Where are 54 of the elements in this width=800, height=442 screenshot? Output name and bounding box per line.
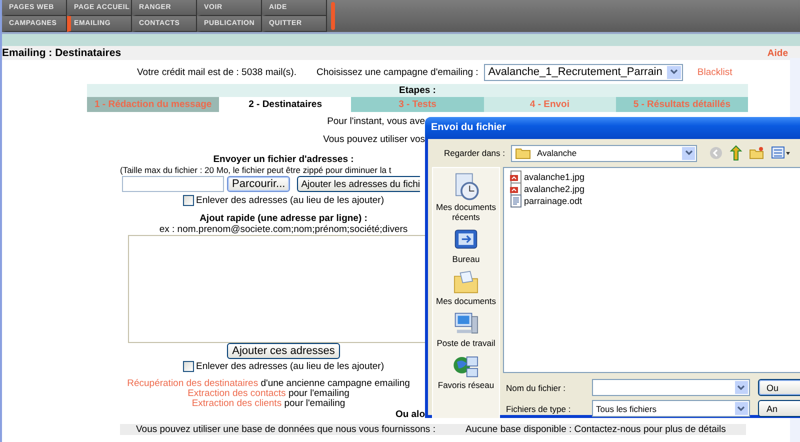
info-text: Pour l'instant, vous ave bbox=[326, 116, 425, 128]
place-shortcut[interactable]: Favoris réseau bbox=[438, 349, 494, 390]
place-shortcut[interactable]: Poste de travail bbox=[436, 307, 496, 348]
browse-button[interactable]: Parcourir... bbox=[227, 176, 290, 192]
file-name-field[interactable] bbox=[592, 379, 750, 396]
image-file-icon bbox=[509, 170, 523, 184]
file-item[interactable]: parrainage.odt bbox=[509, 195, 800, 207]
file-type-select[interactable]: Tous les fichiers bbox=[592, 400, 750, 417]
checkbox[interactable] bbox=[183, 194, 194, 206]
campaign-label: Choisissez une campagne d'emailing : bbox=[316, 66, 478, 78]
image-file-icon bbox=[509, 182, 523, 196]
upload-title: Envoyer un fichier d'adresses : bbox=[212, 154, 355, 165]
checkbox-label: Enlever des adresses (au lieu de les ajouter) bbox=[196, 360, 384, 372]
link-suffix-text: pour l'emailing bbox=[284, 398, 346, 409]
page-title: Emailing : Destinataires bbox=[2, 47, 122, 59]
link-suffix-text: pour l'emailing bbox=[288, 388, 350, 399]
steps-header: Etapes : bbox=[87, 84, 748, 97]
cancel-button[interactable]: An bbox=[758, 400, 800, 417]
step-tab[interactable]: 4 - Envoi bbox=[484, 97, 616, 112]
checkbox[interactable] bbox=[183, 360, 194, 372]
up-arrow-icon[interactable] bbox=[729, 145, 743, 161]
info-text: Vous pouvez utiliser vos bbox=[322, 134, 425, 146]
look-in-select[interactable]: Avalanche bbox=[511, 144, 697, 162]
nav-accent-bar bbox=[331, 2, 335, 30]
checkbox-label: Enlever des adresses (au lieu de les ajouter) bbox=[196, 194, 384, 206]
open-button[interactable]: Ou bbox=[758, 379, 800, 396]
place-shortcut[interactable]: Mes documents récents bbox=[433, 168, 499, 222]
example-text: ex : nom.prenom@societe.com;nom;prénom;société;divers bbox=[158, 225, 409, 235]
folder-icon bbox=[515, 147, 531, 159]
add-addresses-button[interactable]: Ajouter ces adresses bbox=[227, 343, 340, 359]
option-link[interactable]: Extraction des contacts bbox=[188, 388, 286, 399]
help-link[interactable]: Aide bbox=[767, 48, 788, 58]
place-shortcut[interactable]: Bureau bbox=[449, 223, 483, 264]
file-name-label: Nom du fichier : bbox=[505, 382, 567, 392]
blacklist-link[interactable]: Blacklist bbox=[697, 66, 732, 78]
option-link[interactable]: Extraction des clients bbox=[192, 398, 282, 409]
view-menu-icon[interactable] bbox=[771, 146, 791, 160]
upload-note: (Taille max du fichier : 20 Mo, le fichier peut être zippé pour diminuer la t bbox=[119, 165, 392, 175]
look-in-label: Regarder dans : bbox=[443, 148, 505, 158]
quick-add-title: Ajout rapide (une adresse par ligne) : bbox=[198, 213, 368, 225]
document-file-icon bbox=[509, 194, 523, 208]
or-text: Ou alo bbox=[394, 409, 425, 421]
database-status: Aucune base disponible : Contactez-nous pour plus de détails bbox=[465, 424, 726, 435]
option-link[interactable]: Récupération des destinataires bbox=[127, 378, 258, 389]
file-type-label: Fichiers de type : bbox=[505, 404, 572, 414]
add-file-button[interactable]: Ajouter les adresses du fichi bbox=[297, 176, 420, 192]
dialog-title: Envoi du fichier bbox=[425, 117, 800, 139]
database-label: Vous pouvez utiliser une base de données que nous vous fournissons : bbox=[135, 424, 436, 435]
link-suffix-text: d'une ancienne campagne emailing bbox=[260, 378, 410, 389]
new-folder-icon[interactable] bbox=[749, 146, 765, 160]
file-path-field[interactable] bbox=[122, 176, 224, 192]
place-shortcut[interactable]: Mes documents bbox=[436, 265, 496, 306]
campaign-select[interactable]: Avalanche_1_Recrutement_Parrain bbox=[484, 64, 684, 80]
credit-text: Votre crédit mail est de : 5038 mail(s). bbox=[137, 66, 296, 78]
